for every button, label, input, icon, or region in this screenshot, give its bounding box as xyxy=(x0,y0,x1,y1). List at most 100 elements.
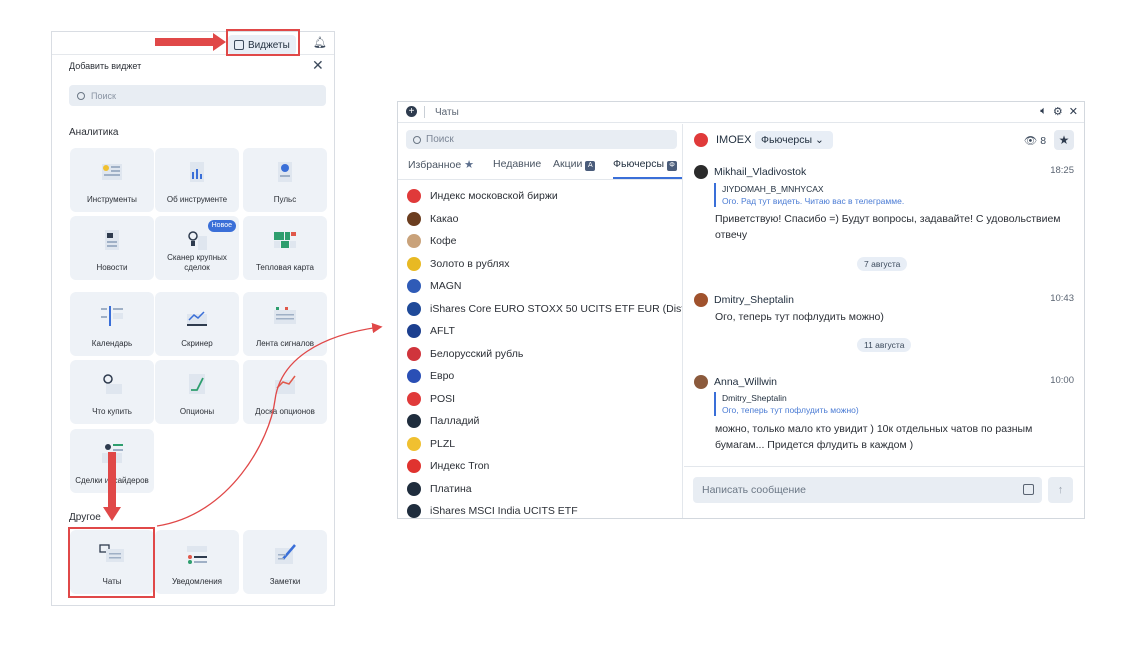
message-author[interactable]: Mikhail_Vladivostok xyxy=(694,165,806,179)
divider xyxy=(684,466,1084,467)
divider xyxy=(424,106,425,118)
tab-recent[interactable]: Недавние xyxy=(493,158,541,170)
instrument-item[interactable]: Золото в рублях xyxy=(407,253,682,276)
tile-options-board[interactable]: Доска опционов xyxy=(243,360,327,424)
tile-calendar[interactable]: Календарь xyxy=(70,292,154,356)
chat-search-input[interactable]: Поиск xyxy=(406,130,677,149)
instrument-item[interactable]: PLZL xyxy=(407,433,682,456)
instrument-item[interactable]: Кофе xyxy=(407,230,682,253)
viewers-count: 👁︎ 8 xyxy=(1024,134,1046,147)
image-attach-icon[interactable] xyxy=(1023,484,1034,495)
instrument-item[interactable]: Индекс московской биржи xyxy=(407,185,682,208)
instrument-logo-icon xyxy=(407,256,421,271)
avatar xyxy=(694,165,708,179)
instrument-item[interactable]: Какао xyxy=(407,208,682,231)
instrument-item[interactable]: POSI xyxy=(407,388,682,411)
tile-about-instrument[interactable]: Об инструменте xyxy=(155,148,239,212)
close-icon[interactable]: ✕ xyxy=(312,57,324,74)
tile-instruments[interactable]: Инструменты xyxy=(70,148,154,212)
instrument-name: Белорусский рубль xyxy=(430,347,524,360)
tile-screener[interactable]: Скринер xyxy=(155,292,239,356)
quoted-message[interactable]: JIYDOMAH_B_MNHYCAX Ого. Рад тут видеть. … xyxy=(714,183,904,207)
instrument-item[interactable]: Белорусский рубль xyxy=(407,343,682,366)
news-icon xyxy=(105,230,119,250)
search-icon xyxy=(413,135,421,144)
instrument-logo-icon xyxy=(407,301,421,316)
instrument-name: PLZL xyxy=(430,437,456,450)
heatmap-icon xyxy=(274,232,296,248)
tile-what-to-buy[interactable]: Что купить xyxy=(70,360,154,424)
add-widget-title: Добавить виджет xyxy=(69,61,142,71)
instrument-logo-icon xyxy=(407,391,421,406)
instrument-item[interactable]: Индекс Tron xyxy=(407,455,682,478)
instrument-item[interactable]: iShares Core EURO STOXX 50 UCITS ETF EUR… xyxy=(407,298,682,321)
instrument-name: Евро xyxy=(430,370,455,383)
widget-search-input[interactable]: Поиск xyxy=(69,85,326,106)
add-icon[interactable]: + xyxy=(406,106,417,117)
gear-icon[interactable]: ⚙ xyxy=(1053,105,1063,118)
highlight-widgets-button xyxy=(226,29,300,56)
highlight-chats-tile xyxy=(68,527,155,598)
bell-icon[interactable]: 🔔︎ xyxy=(313,36,327,49)
star-icon: ★ xyxy=(464,159,475,171)
instrument-item[interactable]: Платина xyxy=(407,478,682,501)
tab-futures[interactable]: Фьючерсы Φ xyxy=(613,158,678,171)
instrument-logo-icon xyxy=(407,234,421,249)
favorite-star-button[interactable]: ★ xyxy=(1054,130,1074,150)
tile-options[interactable]: Опционы xyxy=(155,360,239,424)
instrument-item[interactable]: AFLT xyxy=(407,320,682,343)
divider xyxy=(398,179,682,180)
tile-signals-feed[interactable]: Лента сигналов xyxy=(243,292,327,356)
send-button[interactable]: ↑ xyxy=(1048,477,1073,503)
message-time: 10:43 xyxy=(1050,293,1074,304)
tile-label: Календарь xyxy=(91,339,133,348)
stocks-icon: A xyxy=(585,161,596,171)
instrument-item[interactable]: Палладий xyxy=(407,410,682,433)
tile-insider-deals[interactable]: Сделки инсайдеров xyxy=(70,429,154,493)
tile-heatmap[interactable]: Тепловая карта xyxy=(243,216,327,280)
instrument-logo-icon xyxy=(407,279,421,294)
message-input[interactable]: Написать сообщение xyxy=(693,477,1042,503)
chat-widget-title: Чаты xyxy=(435,107,459,118)
tile-label: Уведомления xyxy=(171,577,223,586)
message-text: Приветствую! Спасибо =) Будут вопросы, з… xyxy=(715,213,1061,241)
date-separator: 7 августа xyxy=(857,257,908,271)
message-author[interactable]: Anna_Willwin xyxy=(694,375,777,389)
tab-favorites[interactable]: Избранное ★ xyxy=(408,158,474,171)
widget-search-placeholder: Поиск xyxy=(91,90,116,101)
chat-topbar: + Чаты 🔈︎ ⚙ ✕ xyxy=(398,102,1084,123)
instrument-logo-icon xyxy=(407,414,421,429)
quoted-message[interactable]: Dmitry_Sheptalin Ого, теперь тут пофлуди… xyxy=(714,392,859,416)
chat-widget: + Чаты 🔈︎ ⚙ ✕ Поиск Избранное ★ Недавние… xyxy=(397,101,1085,519)
tile-pulse[interactable]: Пульс xyxy=(243,148,327,212)
instrument-name: iShares MSCI India UCITS ETF xyxy=(430,505,578,518)
instrument-logo-icon xyxy=(407,211,421,226)
instrument-item[interactable]: iShares MSCI India UCITS ETF xyxy=(407,500,682,518)
tile-news[interactable]: Новости xyxy=(70,216,154,280)
instrument-item[interactable]: MAGN xyxy=(407,275,682,298)
speaker-icon[interactable]: 🔈︎ xyxy=(1040,105,1047,118)
tab-label: Избранное xyxy=(408,159,462,171)
message-text: можно, только мало кто увидит ) 10к отде… xyxy=(715,423,1033,451)
close-icon[interactable]: ✕ xyxy=(1069,105,1078,118)
what-to-buy-icon xyxy=(103,374,122,394)
instrument-logo-icon xyxy=(407,324,421,339)
message-author[interactable]: Dmitry_Sheptalin xyxy=(694,293,794,307)
market-select[interactable]: Фьючерсы ⌄ xyxy=(755,131,833,149)
tile-large-deals-scanner[interactable]: Новое Сканер крупных сделок xyxy=(155,216,239,280)
futures-icon: Φ xyxy=(667,161,678,171)
chat-search-placeholder: Поиск xyxy=(426,134,454,145)
author-name: Dmitry_Sheptalin xyxy=(714,294,794,306)
tile-label: Скринер xyxy=(181,339,213,348)
section-other-title: Другое xyxy=(69,512,101,523)
instrument-logo-icon xyxy=(407,459,421,474)
viewers-value: 8 xyxy=(1040,135,1047,147)
screener-icon xyxy=(187,311,207,326)
instrument-name: Платина xyxy=(430,482,472,495)
instrument-item[interactable]: Евро xyxy=(407,365,682,388)
tile-label: Сделки инсайдеров xyxy=(75,476,149,485)
avatar xyxy=(694,375,708,389)
tile-notifications[interactable]: Уведомления xyxy=(155,530,239,594)
tab-stocks[interactable]: Акции A xyxy=(553,158,596,171)
tile-notes[interactable]: Заметки xyxy=(243,530,327,594)
